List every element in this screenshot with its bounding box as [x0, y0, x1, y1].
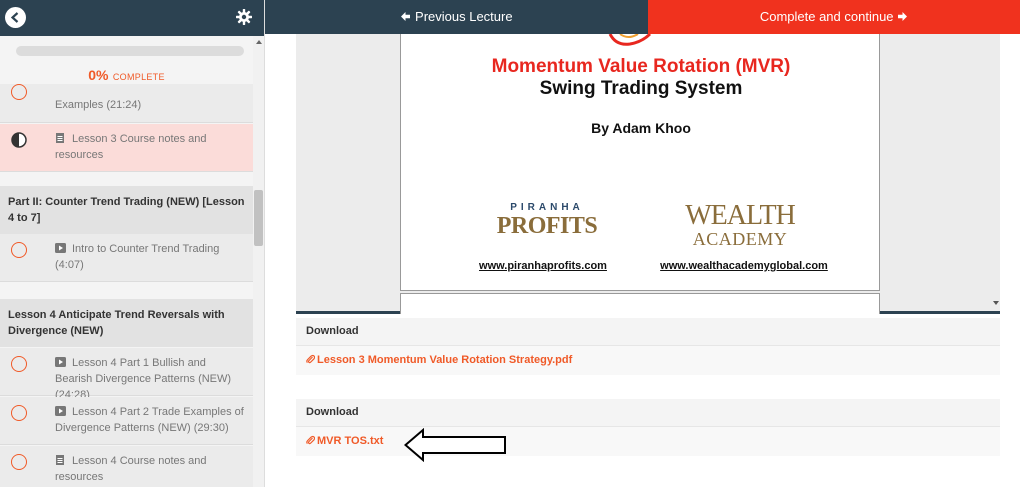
status-circle-icon [11, 242, 27, 258]
pointer-arrow-icon [404, 428, 506, 462]
paperclip-icon [306, 354, 315, 364]
lesson-item[interactable]: Lesson 4 Course notes and resources [0, 446, 253, 487]
lesson-label: Lesson 4 Part 2 Trade Examples of Diverg… [55, 406, 244, 434]
progress-label: COMPLETE [112, 72, 165, 82]
lesson-item[interactable]: Lesson 4 Part 1 Bullish and Bearish Dive… [0, 348, 253, 401]
complete-continue-label: Complete and continue [759, 9, 894, 24]
arrow-left-icon [401, 12, 411, 21]
progress-percent: 0% [88, 67, 109, 83]
course-sidebar: 0% COMPLETE Examples (21:24) Lesson 3 Co… [0, 0, 265, 487]
progress-text: 0% COMPLETE [0, 67, 253, 85]
document-icon [56, 133, 64, 143]
document-icon [56, 455, 64, 465]
lesson-label: Lesson 4 Part 1 Bullish and Bearish Dive… [55, 357, 232, 401]
lesson-item[interactable]: Examples (21:24) [0, 84, 253, 123]
status-circle-icon [11, 356, 27, 372]
lesson-label: Examples (21:24) [55, 99, 142, 111]
chevron-left-icon [11, 12, 19, 23]
gear-icon[interactable] [236, 9, 252, 25]
video-icon [55, 243, 66, 253]
viewer-scroll-down-icon[interactable] [993, 301, 999, 305]
lecture-nav: Previous Lecture Complete and continue [265, 0, 1020, 34]
lesson-item[interactable]: Intro to Counter Trend Trading (4:07) [0, 234, 253, 282]
download-link[interactable]: Lesson 3 Momentum Value Rotation Strateg… [306, 354, 572, 366]
pdf-viewer[interactable]: Momentum Value Rotation (MVR) Swing Trad… [296, 34, 1000, 314]
previous-lecture-button[interactable]: Previous Lecture [265, 0, 648, 34]
lesson-label: Lesson 3 Course notes and resources [55, 133, 207, 161]
course-player: 0% COMPLETE Examples (21:24) Lesson 3 Co… [0, 0, 1020, 487]
arrow-right-icon [898, 12, 908, 21]
wealth-academy-logo: WEALTH ACADEMY [685, 200, 796, 249]
slide-author: By Adam Khoo [591, 120, 691, 136]
progress-bar [16, 46, 244, 56]
complete-and-continue-button[interactable]: Complete and continue [648, 0, 1020, 34]
section-header: Part II: Counter Trend Trading (NEW) [Le… [0, 186, 253, 234]
pdf-page: Momentum Value Rotation (MVR) Swing Trad… [400, 34, 880, 291]
lesson-item[interactable]: Lesson 4 Part 2 Trade Examples of Diverg… [0, 397, 253, 445]
piranha-profits-link[interactable]: www.piranhaprofits.com [473, 260, 613, 272]
previous-lecture-label: Previous Lecture [415, 9, 513, 24]
download-heading: Download [306, 406, 359, 418]
status-circle-icon [11, 84, 27, 100]
scroll-up-arrow-icon[interactable] [256, 40, 262, 44]
sidebar-header [0, 0, 264, 36]
wealth-academy-link[interactable]: www.wealthacademyglobal.com [649, 260, 839, 272]
pdf-next-page [400, 293, 880, 314]
course-logo-icon [608, 34, 652, 46]
half-circle-icon [11, 132, 27, 148]
video-icon [55, 357, 66, 367]
video-icon [55, 406, 66, 416]
slide-title: Momentum Value Rotation (MVR) [491, 56, 791, 77]
lesson-label: Lesson 4 Course notes and resources [55, 455, 207, 483]
download-box: Download Lesson 3 Momentum Value Rotatio… [296, 318, 1000, 375]
sidebar-scroll-thumb[interactable] [254, 190, 263, 246]
piranha-profits-logo: PIRANHA PROFITS [496, 202, 598, 239]
download-row: MVR TOS.txt [296, 426, 1000, 456]
sidebar-scrollbar[interactable] [253, 36, 264, 487]
sidebar-scroll-area[interactable]: 0% COMPLETE Examples (21:24) Lesson 3 Co… [0, 36, 253, 487]
lesson-item-active[interactable]: Lesson 3 Course notes and resources [0, 124, 253, 172]
download-row: Lesson 3 Momentum Value Rotation Strateg… [296, 345, 1000, 375]
download-link[interactable]: MVR TOS.txt [306, 435, 383, 447]
download-box: Download MVR TOS.txt [296, 399, 1000, 456]
paperclip-icon [306, 435, 315, 445]
section-header: Lesson 4 Anticipate Trend Reversals with… [0, 299, 253, 347]
download-heading: Download [306, 325, 359, 337]
slide-subtitle: Swing Trading System [539, 78, 743, 99]
back-button[interactable] [5, 7, 26, 28]
status-circle-icon [11, 454, 27, 470]
status-circle-icon [11, 405, 27, 421]
lesson-label: Intro to Counter Trend Trading (4:07) [55, 243, 220, 271]
